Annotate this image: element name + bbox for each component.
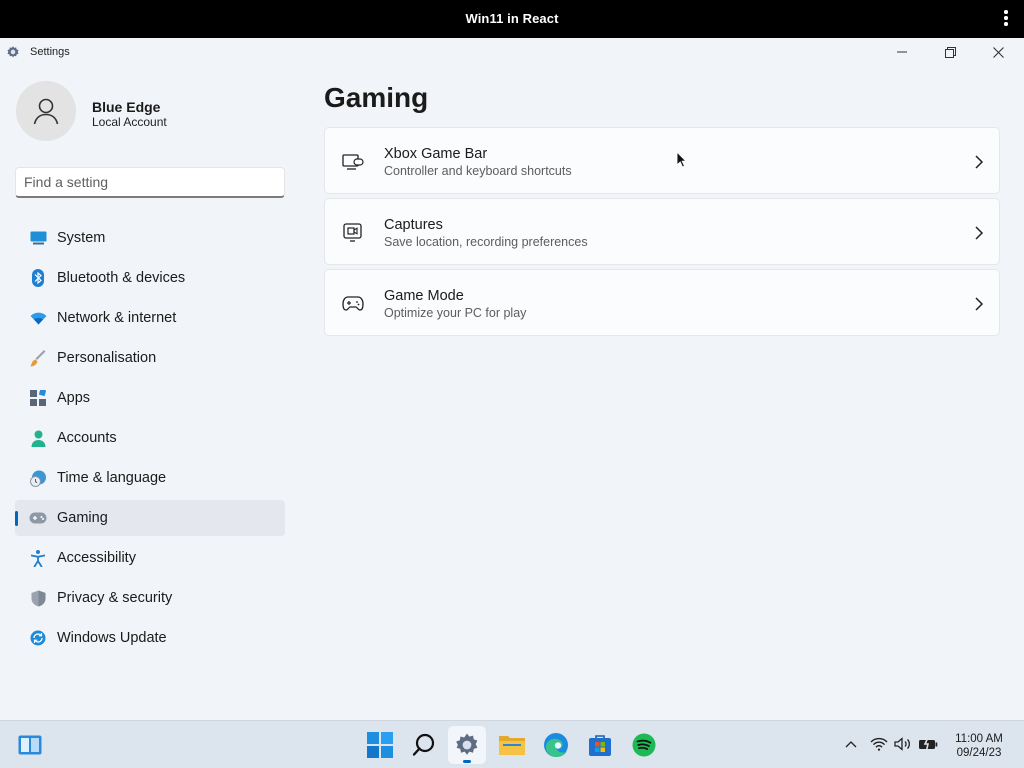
wifi-icon: [29, 309, 47, 327]
more-options-icon[interactable]: [1000, 10, 1012, 28]
sidebar-item-network[interactable]: Network & internet: [15, 300, 285, 336]
sidebar-item-windows-update[interactable]: Windows Update: [15, 620, 285, 656]
card-title: Xbox Game Bar: [384, 146, 488, 162]
card-game-mode[interactable]: Game Mode Optimize your PC for play: [324, 269, 1000, 336]
volume-status[interactable]: [893, 734, 913, 754]
browser-title: Win11 in React: [465, 11, 559, 26]
clock-time: 11:00 AM: [955, 733, 1003, 745]
wifi-icon: [870, 737, 888, 751]
search-input[interactable]: [15, 167, 285, 198]
sidebar-item-accounts[interactable]: Accounts: [15, 420, 285, 456]
capture-icon: [342, 221, 364, 243]
store-button[interactable]: [581, 726, 619, 764]
window-title: Settings: [30, 46, 70, 58]
card-title: Game Mode: [384, 288, 464, 304]
edge-button[interactable]: [537, 726, 575, 764]
sidebar-item-label: Bluetooth & devices: [57, 270, 186, 286]
card-subtitle: Save location, recording preferences: [384, 235, 588, 249]
battery-status[interactable]: [918, 734, 938, 754]
sidebar-item-accessibility[interactable]: Accessibility: [15, 540, 285, 576]
edge-icon: [544, 733, 568, 757]
search-icon: [412, 733, 435, 756]
sidebar-item-label: Privacy & security: [57, 590, 173, 606]
battery-charging-icon: [919, 737, 938, 751]
person-icon: [29, 429, 47, 447]
sidebar-item-label: Accounts: [57, 430, 117, 446]
minimize-button[interactable]: [879, 38, 925, 66]
account-type: Local Account: [92, 115, 167, 129]
chevron-right-icon: [973, 155, 985, 169]
sidebar-item-label: Accessibility: [57, 550, 136, 566]
card-captures[interactable]: Captures Save location, recording prefer…: [324, 198, 1000, 265]
sidebar-item-label: Apps: [57, 390, 91, 406]
restore-button[interactable]: [927, 38, 973, 66]
sidebar-item-privacy[interactable]: Privacy & security: [15, 580, 285, 616]
sidebar-nav: System Bluetooth & devices Network & int…: [15, 220, 285, 660]
spotify-icon: [632, 733, 656, 757]
sidebar-item-personalisation[interactable]: Personalisation: [15, 340, 285, 376]
settings-taskbar-button[interactable]: [448, 726, 486, 764]
page-title: Gaming: [324, 82, 429, 113]
settings-window: Settings Blue Edge Local Account System …: [0, 38, 1024, 720]
chevron-right-icon: [973, 297, 985, 311]
search-button[interactable]: [405, 726, 443, 764]
apps-icon: [29, 389, 47, 407]
gamepad-icon: [342, 292, 364, 314]
avatar[interactable]: [16, 81, 76, 141]
person-icon: [33, 98, 59, 125]
sidebar-item-system[interactable]: System: [15, 220, 285, 256]
user-name: Blue Edge: [92, 99, 161, 115]
file-explorer-button[interactable]: [493, 726, 531, 764]
chevron-up-icon: [845, 741, 857, 748]
chevron-right-icon: [973, 226, 985, 240]
card-title: Captures: [384, 217, 443, 233]
accessibility-icon: [29, 549, 47, 567]
clock-date: 09/24/23: [956, 747, 1002, 759]
shield-icon: [29, 589, 47, 607]
sidebar-item-label: Windows Update: [57, 630, 167, 646]
sidebar-item-time-language[interactable]: Time & language: [15, 460, 285, 496]
game-bar-icon: [342, 150, 364, 172]
close-button[interactable]: [975, 38, 1021, 66]
sidebar-item-label: Gaming: [57, 510, 108, 526]
sidebar-item-label: System: [57, 230, 106, 246]
window-titlebar: Settings: [0, 38, 1024, 66]
gamepad-icon: [29, 509, 47, 527]
volume-icon: [894, 737, 910, 751]
card-subtitle: Optimize your PC for play: [384, 306, 527, 320]
taskbar: 11:00 AM 09/24/23: [0, 720, 1024, 768]
mouse-pointer-icon: [676, 150, 688, 169]
system-clock[interactable]: 11:00 AM 09/24/23: [946, 732, 1012, 760]
sidebar-item-gaming[interactable]: Gaming: [15, 500, 285, 536]
network-status[interactable]: [869, 734, 889, 754]
system-icon: [29, 229, 47, 247]
settings-icon: [456, 733, 478, 755]
store-icon: [589, 735, 611, 756]
card-xbox-game-bar[interactable]: Xbox Game Bar Controller and keyboard sh…: [324, 127, 1000, 194]
settings-gear-icon: [6, 45, 20, 59]
show-hidden-icons-button[interactable]: [841, 734, 861, 754]
sidebar-item-label: Time & language: [57, 470, 167, 486]
bluetooth-icon: [29, 269, 47, 287]
start-button[interactable]: [361, 726, 399, 764]
brush-icon: [29, 349, 47, 367]
update-icon: [29, 629, 47, 647]
browser-top-bar: Win11 in React: [0, 0, 1024, 38]
start-icon: [367, 732, 393, 758]
sidebar-item-label: Personalisation: [57, 350, 157, 366]
globe-clock-icon: [29, 469, 47, 487]
file-explorer-icon: [499, 736, 525, 755]
widgets-button[interactable]: [11, 726, 49, 764]
widgets-icon: [18, 735, 42, 755]
sidebar-item-bluetooth[interactable]: Bluetooth & devices: [15, 260, 285, 296]
card-subtitle: Controller and keyboard shortcuts: [384, 164, 572, 178]
sidebar-item-label: Network & internet: [57, 310, 177, 326]
spotify-button[interactable]: [625, 726, 663, 764]
sidebar-item-apps[interactable]: Apps: [15, 380, 285, 416]
